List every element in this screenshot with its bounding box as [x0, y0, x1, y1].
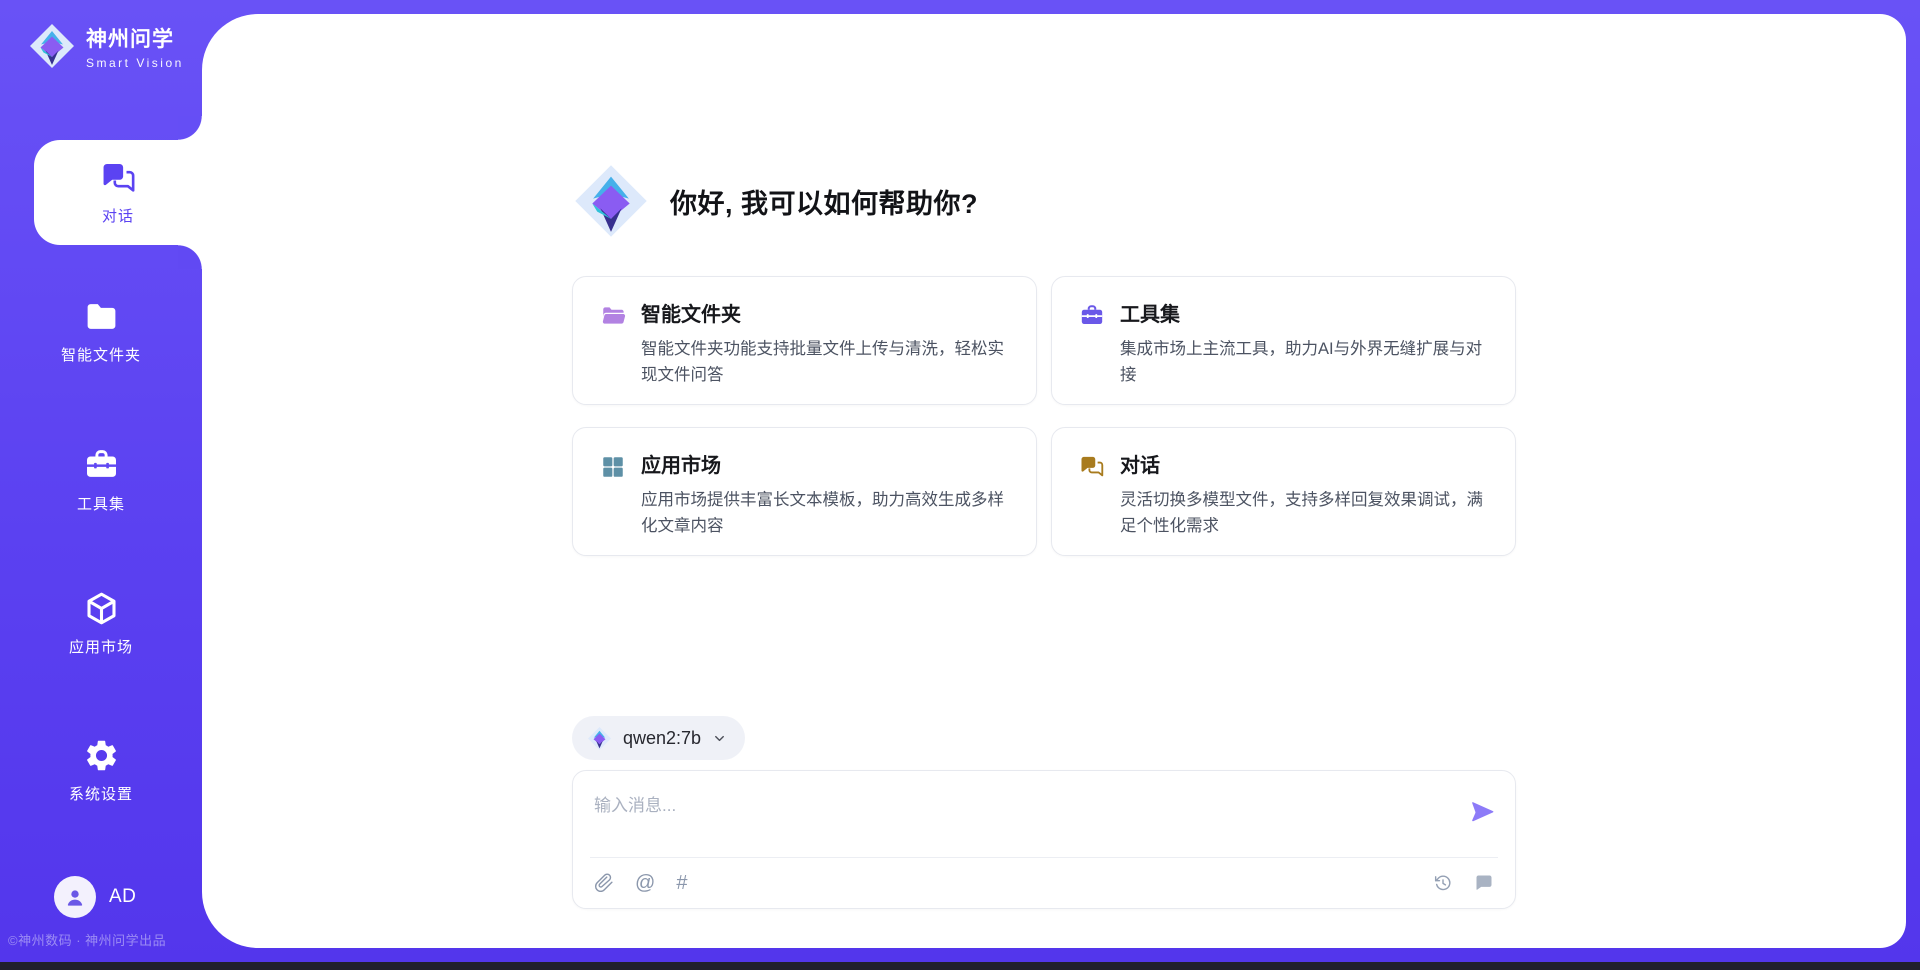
avatar — [54, 876, 96, 918]
card-chat[interactable]: 对话 灵活切换多模型文件，支持多样回复效果调试，满足个性化需求 — [1051, 427, 1516, 556]
sidebar: 神州问学 Smart Vision 对话 智能文件夹 — [0, 0, 202, 970]
briefcase-icon — [1079, 303, 1105, 329]
cube-icon — [83, 590, 120, 627]
diamond-logo-icon — [28, 22, 76, 70]
composer-toolbar: @ # — [590, 857, 1498, 908]
card-title: 应用市场 — [641, 453, 1009, 479]
chat-icon — [1079, 454, 1105, 480]
main-panel: 你好, 我可以如何帮助你? 智能文件夹 智能文件夹功能支持批量文件上传与清洗，轻… — [202, 14, 1906, 948]
sidebar-item-label: 对话 — [102, 205, 134, 226]
card-toolset[interactable]: 工具集 集成市场上主流工具，助力AI与外界无缝扩展与对接 — [1051, 276, 1516, 405]
user-profile[interactable]: AD — [54, 876, 136, 918]
diamond-logo-icon — [572, 162, 650, 240]
sidebar-item-label: 系统设置 — [69, 783, 133, 804]
brand-title: 神州问学 — [86, 23, 184, 53]
sidebar-item-toolset[interactable]: 工具集 — [0, 447, 202, 514]
comment-icon[interactable] — [1474, 873, 1494, 893]
sidebar-item-label: 智能文件夹 — [61, 344, 141, 365]
model-selector[interactable]: qwen2:7b — [572, 716, 745, 760]
send-icon[interactable] — [1468, 798, 1496, 826]
model-name: qwen2:7b — [623, 728, 701, 749]
brand-subtitle: Smart Vision — [86, 56, 184, 70]
gear-icon — [83, 737, 120, 774]
folder-open-icon — [600, 303, 626, 329]
message-input[interactable] — [573, 771, 1433, 855]
history-icon[interactable] — [1433, 873, 1453, 893]
briefcase-icon — [83, 447, 120, 484]
feature-cards: 智能文件夹 智能文件夹功能支持批量文件上传与清洗，轻松实现文件问答 工具集 集成… — [572, 276, 1516, 556]
sidebar-item-app-market[interactable]: 应用市场 — [0, 590, 202, 657]
bottom-strip — [0, 962, 1920, 970]
tab-curve-top — [178, 116, 202, 140]
person-icon — [62, 884, 88, 910]
hash-icon[interactable]: # — [676, 873, 687, 893]
diamond-logo-icon — [587, 726, 612, 751]
user-name: AD — [109, 886, 136, 908]
card-smart-folder[interactable]: 智能文件夹 智能文件夹功能支持批量文件上传与清洗，轻松实现文件问答 — [572, 276, 1037, 405]
sidebar-item-label: 应用市场 — [69, 636, 133, 657]
sidebar-item-label: 工具集 — [77, 493, 125, 514]
card-description: 集成市场上主流工具，助力AI与外界无缝扩展与对接 — [1120, 337, 1488, 388]
sidebar-item-settings[interactable]: 系统设置 — [0, 737, 202, 804]
tab-curve-bottom — [178, 245, 202, 269]
card-title: 对话 — [1120, 453, 1488, 479]
card-app-market[interactable]: 应用市场 应用市场提供丰富长文本模板，助力高效生成多样化文章内容 — [572, 427, 1037, 556]
brand: 神州问学 Smart Vision — [28, 22, 184, 70]
message-composer: @ # — [572, 770, 1516, 909]
hero: 你好, 我可以如何帮助你? — [572, 162, 978, 240]
paperclip-icon[interactable] — [594, 873, 614, 893]
card-title: 智能文件夹 — [641, 302, 1009, 328]
sidebar-item-chat[interactable]: 对话 — [34, 140, 202, 245]
at-sign-icon[interactable]: @ — [635, 873, 655, 893]
card-description: 应用市场提供丰富长文本模板，助力高效生成多样化文章内容 — [641, 488, 1009, 539]
app-root: 神州问学 Smart Vision 对话 智能文件夹 — [0, 0, 1920, 970]
card-description: 智能文件夹功能支持批量文件上传与清洗，轻松实现文件问答 — [641, 337, 1009, 388]
copyright-footer: ©神州数码 · 神州问学出品 — [8, 930, 166, 949]
greeting-title: 你好, 我可以如何帮助你? — [670, 182, 978, 221]
chevron-down-icon — [712, 731, 727, 746]
card-title: 工具集 — [1120, 302, 1488, 328]
folder-icon — [83, 298, 120, 335]
chat-icon — [100, 160, 137, 197]
card-description: 灵活切换多模型文件，支持多样回复效果调试，满足个性化需求 — [1120, 488, 1488, 539]
grid-icon — [600, 454, 626, 480]
sidebar-item-smart-folder[interactable]: 智能文件夹 — [0, 298, 202, 365]
